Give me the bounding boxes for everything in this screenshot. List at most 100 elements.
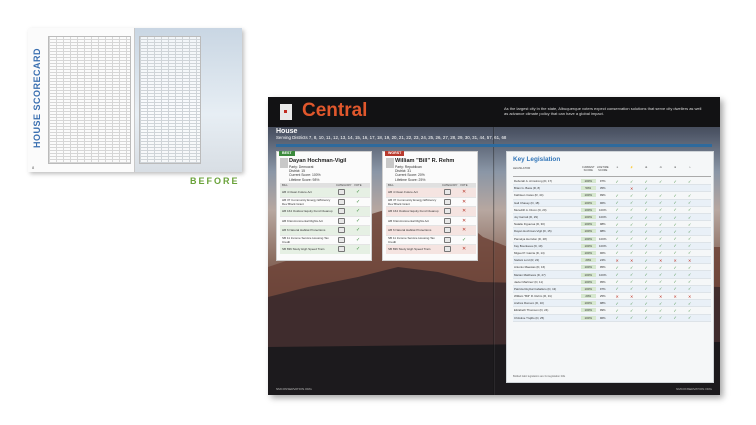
before-right-page bbox=[135, 28, 242, 172]
vote-icon: ✕ bbox=[462, 198, 467, 205]
yes-vote-icon: ✓ bbox=[687, 300, 692, 306]
legislator-name: Natalie Figueroa (D, 30) bbox=[514, 222, 545, 227]
bill-category-icon: ☀ bbox=[616, 166, 619, 169]
table-row: SB 11 Income Service Housing Tax Credit ✓ bbox=[386, 234, 476, 245]
yes-vote-icon: ✓ bbox=[687, 272, 692, 278]
no-vote-icon: ✕ bbox=[658, 293, 663, 299]
legislator-name: Miguel P. Garcia (D, 14) bbox=[514, 250, 545, 255]
yes-vote-icon: ✓ bbox=[615, 192, 619, 198]
legislator-name: Patricia Roybal Caballero (D, 13) bbox=[514, 286, 557, 291]
yes-vote-icon: ✓ bbox=[644, 221, 648, 227]
yes-vote-icon: ✓ bbox=[673, 221, 677, 227]
yes-vote-icon: ✓ bbox=[687, 315, 692, 321]
col-vote: VOTE bbox=[354, 183, 362, 187]
yes-vote-icon: ✓ bbox=[658, 250, 663, 256]
yes-vote-icon: ✓ bbox=[687, 221, 692, 227]
col-bill: BILL bbox=[282, 183, 288, 187]
yes-vote-icon: ✓ bbox=[615, 279, 619, 285]
after-spread: Central As the largest city in the state… bbox=[268, 97, 720, 395]
lifetime-score: 98% bbox=[599, 222, 606, 227]
table-row: Antonio Maestas (D, 16) 100% 95% ✓ ✓ ✓ ✓ ✓ ✓ bbox=[513, 264, 711, 272]
no-vote-icon: ✕ bbox=[673, 257, 677, 263]
yes-vote-icon: ✓ bbox=[644, 200, 648, 206]
yes-vote-icon: ✓ bbox=[644, 279, 648, 285]
table-row: HB 164 Outdoor Equity Fund Cleanup ✓ bbox=[280, 206, 370, 216]
category-icon bbox=[444, 236, 451, 243]
no-vote-icon: ✕ bbox=[629, 293, 634, 299]
yes-vote-icon: ✓ bbox=[356, 246, 361, 253]
legislator-name: Marian Matthews (D, 27) bbox=[514, 272, 546, 277]
yes-vote-icon: ✓ bbox=[615, 200, 619, 206]
category-icon bbox=[338, 227, 345, 234]
lifetime-score: 35% bbox=[599, 186, 606, 191]
table-row: Natalie Figueroa (D, 30) 100% 98% ✓ ✓ ✓ ✓ ✓ ✓ bbox=[513, 221, 711, 229]
table-row: Kathleen Cates (R, 44) 100% 99% ✓ ✓ ✓ ✓ ✓ ✓ bbox=[513, 192, 711, 200]
region-title: Central bbox=[302, 100, 368, 121]
table-row: Dayan Hochman-Vigil (D, 15) 100% 98% ✓ ✓ ✓ ✓ ✓ ✓ bbox=[513, 228, 711, 236]
yes-vote-icon: ✓ bbox=[629, 207, 634, 213]
lifetime-score: 24% bbox=[599, 258, 606, 263]
yes-vote-icon: ✓ bbox=[644, 293, 648, 299]
worst-tag: WORST bbox=[385, 151, 405, 156]
no-vote-icon: ✕ bbox=[615, 293, 619, 299]
table-row: HB 6 Natural Habitat Protections ✕ bbox=[386, 225, 476, 235]
yes-vote-icon: ✓ bbox=[629, 214, 634, 220]
table-row: Christine Trujillo (D, 25) 100% 96% ✓ ✓ ✓ ✓ ✓ ✓ bbox=[513, 314, 711, 322]
no-vote-icon: ✕ bbox=[658, 257, 663, 263]
col-lifetime-score: LIFETIME SCORE bbox=[596, 166, 609, 172]
key-legislation-footnote: Bolded italic legislators are for-legisl… bbox=[513, 375, 566, 378]
current-score: 100% bbox=[581, 229, 596, 234]
yes-vote-icon: ✓ bbox=[658, 272, 663, 278]
yes-vote-icon: ✓ bbox=[615, 300, 619, 306]
avatar bbox=[386, 158, 394, 168]
category-icon bbox=[444, 217, 451, 224]
legislator-name: Javier Martinez (D, 11) bbox=[514, 279, 544, 284]
nm-map-icon bbox=[280, 104, 292, 120]
yes-vote-icon: ✓ bbox=[687, 307, 692, 313]
no-vote-icon: ✕ bbox=[629, 257, 634, 263]
current-score: 100% bbox=[581, 301, 596, 306]
table-row: Gail Chasey (D, 18) 100% 96% ✓ ✓ ✓ ✓ ✓ ✓ bbox=[513, 199, 711, 207]
category-icon bbox=[338, 208, 345, 215]
legislator-name: Kathleen Cates (R, 44) bbox=[514, 193, 544, 198]
yes-vote-icon: ✓ bbox=[356, 236, 361, 243]
worst-name: William "Bill" R. Rehm bbox=[395, 158, 455, 164]
current-score: 100% bbox=[581, 272, 596, 277]
no-vote-icon: ✕ bbox=[615, 257, 619, 263]
table-row: Joy Garratt (D, 29) 100% 100% ✓ ✓ ✓ ✓ ✓ ✓ bbox=[513, 213, 711, 222]
yes-vote-icon: ✓ bbox=[644, 192, 648, 198]
yes-vote-icon: ✓ bbox=[615, 307, 619, 313]
lifetime-score: 100% bbox=[599, 207, 607, 212]
table-row: Deborah A. Armstrong (D, 17) 100% 97% ✓ ✓ ✓ ✓ ✓… bbox=[513, 178, 711, 186]
yes-vote-icon: ✓ bbox=[658, 307, 663, 313]
yes-vote-icon: ✓ bbox=[644, 286, 648, 292]
yes-vote-icon: ✓ bbox=[644, 315, 648, 321]
category-icon bbox=[444, 198, 451, 205]
yes-vote-icon: ✓ bbox=[644, 214, 648, 220]
legislator-name: Joy Garratt (D, 29) bbox=[514, 215, 538, 220]
yes-vote-icon: ✓ bbox=[687, 178, 692, 184]
worst-lifetime-score: Lifetime Score: 25% bbox=[395, 177, 426, 182]
yes-vote-icon: ✓ bbox=[658, 207, 663, 213]
yes-vote-icon: ✓ bbox=[615, 264, 619, 270]
table-row: HB 37 Community Energy Efficiency Dev Bl… bbox=[386, 196, 476, 207]
yes-vote-icon: ✓ bbox=[687, 207, 692, 213]
lifetime-score: 96% bbox=[599, 250, 606, 255]
yes-vote-icon: ✓ bbox=[629, 272, 634, 278]
yes-vote-icon: ✓ bbox=[615, 243, 619, 249]
bill-name: HB 164 Outdoor Equity Fund Cleanup bbox=[388, 209, 439, 214]
worst-bill-table: BILL CATEGORY VOTE HB 4 Clean Future Act… bbox=[386, 183, 476, 254]
yes-vote-icon: ✓ bbox=[687, 264, 692, 270]
yes-vote-icon: ✓ bbox=[687, 228, 692, 234]
yes-vote-icon: ✓ bbox=[644, 178, 648, 184]
yes-vote-icon: ✓ bbox=[658, 228, 663, 234]
bill-name: SB 836 Study High Speed Train bbox=[282, 247, 325, 252]
lifetime-score: 100% bbox=[599, 243, 607, 248]
current-score: 100% bbox=[581, 308, 596, 313]
worst-bill-rows: HB 4 Clean Future Act ✕ HB 37 Community E… bbox=[386, 187, 476, 254]
category-icon bbox=[444, 208, 451, 215]
best-current-score: Current Score: 100% bbox=[289, 173, 321, 178]
table-row: Javier Martinez (D, 11) 100% 95% ✓ ✓ ✓ ✓ ✓ ✓ bbox=[513, 279, 711, 286]
bill-category-icon: ♻ bbox=[645, 166, 648, 169]
best-bill-rows: HB 4 Clean Future Act ✓ HB 37 Community E… bbox=[280, 187, 370, 254]
